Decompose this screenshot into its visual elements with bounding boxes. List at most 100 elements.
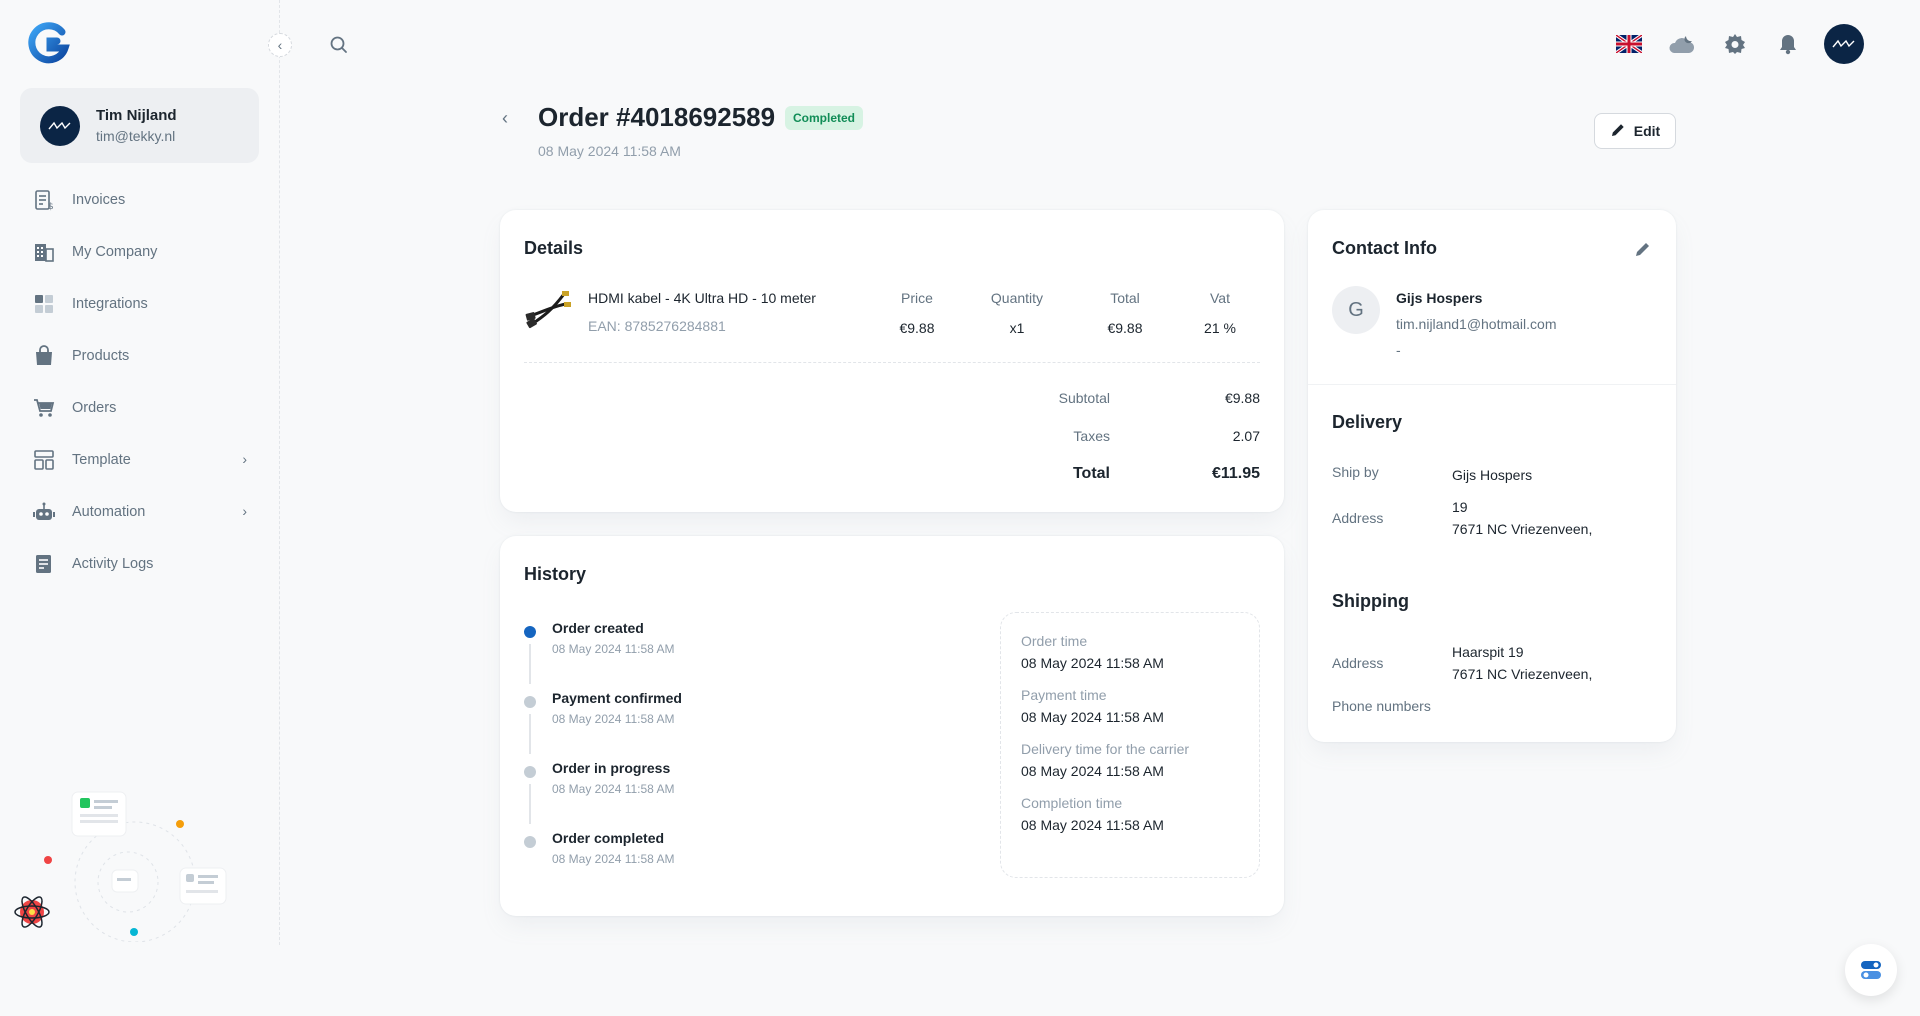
product-image — [524, 286, 572, 334]
total-row: Total €11.95 — [1020, 465, 1260, 483]
subtotal-label: Subtotal — [1058, 390, 1110, 406]
subtotal-value: €9.88 — [1224, 390, 1260, 406]
ship-by-value: Gijs Hospers — [1452, 467, 1533, 483]
timeline-dot — [524, 696, 536, 708]
timeline-dot — [524, 626, 536, 638]
timeline-title: Order in progress — [552, 760, 671, 776]
column-header: Total — [1110, 290, 1140, 306]
user-avatar-button[interactable] — [1824, 24, 1864, 64]
taxes-label: Taxes — [1073, 428, 1110, 444]
product-ean: EAN: 8785276284881 — [588, 318, 726, 334]
total-label: Total — [1072, 465, 1110, 482]
sidebar-item-orders[interactable]: Orders — [20, 386, 259, 430]
time-value: 08 May 2024 11:58 AM — [1021, 763, 1164, 779]
sidebar-item-label: Activity Logs — [72, 556, 154, 572]
invoice-icon: $ — [32, 188, 56, 212]
contact-title: Contact Info — [1332, 238, 1437, 258]
timeline-time: 08 May 2024 11:58 AM — [552, 712, 675, 726]
subtotal-row: Subtotal €9.88 — [1020, 390, 1260, 406]
sidebar-item-invoices[interactable]: $ Invoices — [20, 178, 259, 222]
history-title: History — [524, 564, 587, 584]
address-line: 19 — [1452, 499, 1468, 515]
delivery-address-row: Address 19 7671 NC Vriezenveen, — [1332, 496, 1592, 540]
time-value: 08 May 2024 11:58 AM — [1021, 709, 1164, 725]
app-logo[interactable] — [26, 22, 70, 66]
details-title: Details — [524, 238, 584, 258]
gear-icon — [1725, 34, 1745, 54]
sidebar-item-template[interactable]: Template › — [20, 438, 259, 482]
template-icon — [32, 448, 56, 472]
sidebar-item-label: Integrations — [72, 296, 148, 312]
topbar-actions — [1596, 24, 1864, 64]
quantity-column: Quantity x1 — [982, 290, 1052, 336]
edit-label: Edit — [1633, 123, 1661, 139]
account-name: Tim Nijland — [96, 107, 177, 124]
order-time: Order time 08 May 2024 11:58 AM — [1021, 633, 1239, 671]
ship-by-label: Ship by — [1332, 464, 1379, 480]
address-label: Address — [1332, 655, 1384, 671]
timeline-item: Order completed 08 May 2024 11:58 AM — [524, 830, 682, 900]
timeline-item: Payment confirmed 08 May 2024 11:58 AM — [524, 690, 682, 760]
time-label: Payment time — [1021, 687, 1107, 703]
settings-button[interactable] — [1715, 24, 1755, 64]
column-value: €9.88 — [899, 320, 935, 336]
divider — [524, 362, 1260, 363]
sidebar-item-integrations[interactable]: Integrations — [20, 282, 259, 326]
edit-contact-button[interactable] — [1634, 240, 1652, 261]
timeline-title: Order completed — [552, 830, 665, 846]
total-column: Total €9.88 — [1090, 290, 1160, 336]
timeline-item: Order in progress 08 May 2024 11:58 AM — [524, 760, 682, 830]
ship-by-row: Ship by Gijs Hospers — [1332, 464, 1532, 486]
time-label: Completion time — [1021, 795, 1123, 811]
timeline-connector — [529, 784, 531, 824]
language-button[interactable] — [1609, 24, 1649, 64]
sidebar-item-automation[interactable]: Automation › — [20, 490, 259, 534]
theme-toggle-button[interactable] — [1662, 24, 1702, 64]
phone-numbers-label: Phone numbers — [1332, 698, 1431, 714]
collapse-sidebar-button[interactable]: ‹ — [268, 33, 292, 57]
shipping-title: Shipping — [1332, 591, 1409, 611]
product-name: HDMI kabel - 4K Ultra HD - 10 meter — [588, 290, 816, 306]
status-badge: Completed — [785, 106, 864, 130]
bell-icon — [1780, 35, 1796, 55]
sidebar-item-my-company[interactable]: My Company — [20, 230, 259, 274]
log-icon — [32, 552, 56, 576]
order-date: 08 May 2024 11:58 AM — [538, 143, 681, 159]
account-card[interactable]: Tim Nijland tim@tekky.nl — [20, 88, 259, 163]
delivery-title: Delivery — [1332, 412, 1403, 432]
back-button[interactable]: ‹ — [502, 108, 508, 129]
cart-icon — [32, 396, 56, 420]
notifications-button[interactable] — [1768, 24, 1808, 64]
grid-icon — [32, 292, 56, 316]
edit-button[interactable]: Edit — [1594, 113, 1676, 149]
column-value: €9.88 — [1107, 320, 1143, 336]
account-email: tim@tekky.nl — [96, 128, 176, 144]
settings-drawer-button[interactable] — [1845, 944, 1897, 996]
sidebar-item-activity-logs[interactable]: Activity Logs — [20, 542, 259, 586]
sidebar-item-label: Template — [72, 452, 131, 468]
sidebar-item-label: Invoices — [72, 192, 126, 208]
search-button[interactable] — [329, 35, 349, 58]
timeline-item: Order created 08 May 2024 11:58 AM — [524, 620, 682, 690]
timeline-time: 08 May 2024 11:58 AM — [552, 642, 675, 656]
search-icon — [330, 36, 347, 53]
time-label: Delivery time for the carrier — [1021, 741, 1190, 757]
building-icon — [32, 240, 56, 264]
completion-time: Completion time 08 May 2024 11:58 AM — [1021, 795, 1239, 833]
chevron-right-icon: › — [242, 503, 247, 519]
contact-email: tim.nijland1@hotmail.com — [1396, 316, 1557, 332]
shipping-address-row: Address Haarspit 19 7671 NC Vriezenveen, — [1332, 641, 1592, 685]
sidebar: Tim Nijland tim@tekky.nl $ Invoices My C… — [0, 0, 280, 945]
column-value: 21 % — [1204, 320, 1236, 336]
vat-column: Vat 21 % — [1190, 290, 1250, 336]
column-header: Vat — [1210, 290, 1230, 306]
column-header: Quantity — [990, 290, 1044, 306]
svg-text:$: $ — [48, 202, 54, 211]
address-line: 7671 NC Vriezenveen, — [1452, 666, 1593, 682]
timeline-time: 08 May 2024 11:58 AM — [552, 782, 675, 796]
details-card: Details HDMI kabel - 4K Ultra HD - 10 me… — [500, 210, 1284, 512]
bag-icon — [32, 344, 56, 368]
sidebar-item-products[interactable]: Products — [20, 334, 259, 378]
timeline-time: 08 May 2024 11:58 AM — [552, 852, 675, 866]
timeline-title: Payment confirmed — [552, 690, 682, 706]
